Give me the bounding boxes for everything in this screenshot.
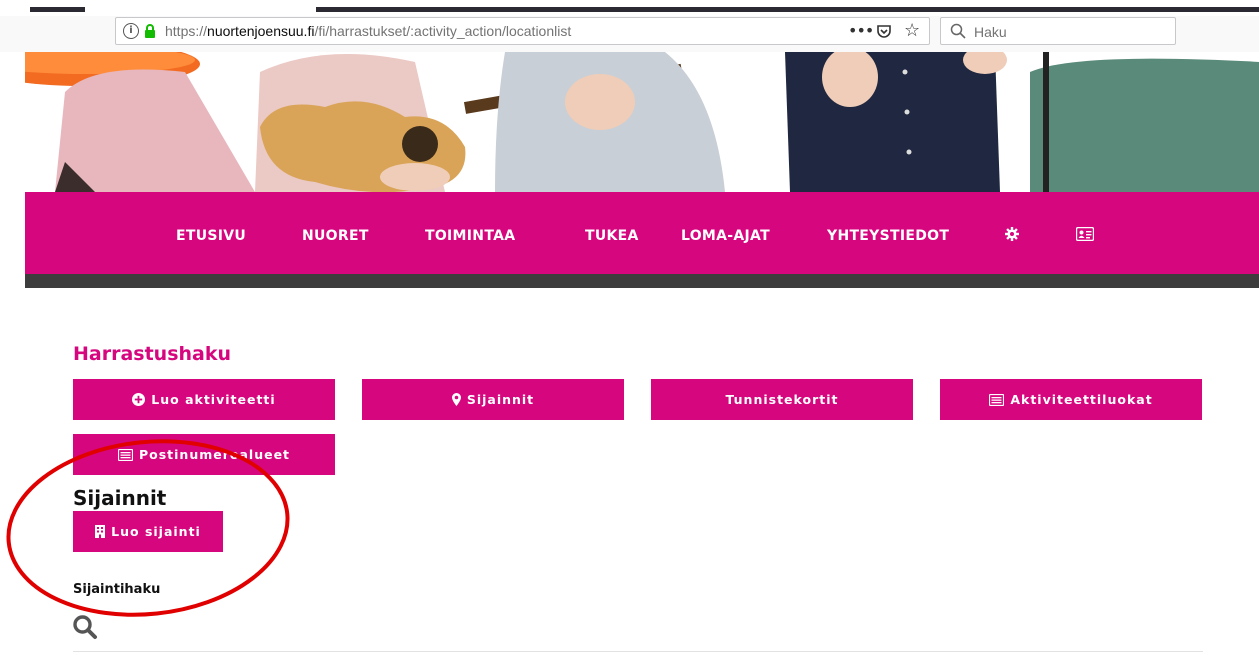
- page-title: Harrastushaku: [73, 343, 232, 365]
- search-bar[interactable]: Haku: [940, 17, 1176, 45]
- id-card-icon[interactable]: [1076, 227, 1094, 241]
- search-bar-icon: [950, 23, 966, 39]
- url-text[interactable]: https://nuortenjoensuu.fi/fi/harrastukse…: [165, 23, 571, 39]
- address-bar[interactable]: i https://nuortenjoensuu.fi/fi/harrastuk…: [115, 17, 930, 45]
- browser-tab-strip: [0, 0, 1259, 16]
- create-location-button[interactable]: Luo sijainti: [73, 511, 223, 552]
- nav-item-tukea[interactable]: TUKEA: [585, 228, 639, 244]
- bookmark-star-icon[interactable]: ☆: [904, 20, 920, 41]
- search-icon[interactable]: [72, 614, 98, 640]
- site-info-icon[interactable]: i: [123, 23, 139, 39]
- create-activity-label: Luo aktiviteetti: [151, 392, 276, 407]
- locations-label: Sijainnit: [466, 392, 535, 407]
- nav-item-etusivu[interactable]: ETUSIVU: [176, 228, 246, 244]
- building-icon: [95, 525, 106, 538]
- tab-strip-left: [30, 7, 85, 12]
- lock-icon: [145, 24, 155, 38]
- list-alt-icon: [989, 393, 1005, 406]
- search-bar-placeholder: Haku: [974, 24, 1007, 40]
- postal-areas-label: Postinumeroalueet: [138, 447, 291, 462]
- activity-categories-button[interactable]: Aktiviteettiluokat: [940, 379, 1202, 420]
- content-divider: [73, 651, 1203, 652]
- pocket-icon[interactable]: [876, 23, 892, 39]
- locations-button[interactable]: Sijainnit: [362, 379, 624, 420]
- activity-categories-label: Aktiviteettiluokat: [1010, 392, 1153, 407]
- tab-strip-right: [316, 7, 1259, 12]
- page-actions-menu-icon[interactable]: •••: [848, 21, 874, 40]
- main-navigation: ETUSIVU NUORET TOIMINTAA TUKEA LOMA-AJAT…: [25, 192, 1259, 274]
- create-location-label: Luo sijainti: [111, 524, 201, 539]
- location-search-title: Sijaintihaku: [73, 582, 161, 597]
- hero-illustration: [25, 52, 1259, 192]
- postal-areas-button[interactable]: Postinumeroalueet: [73, 434, 335, 475]
- gear-icon[interactable]: [1005, 227, 1019, 241]
- nav-item-toimintaa[interactable]: TOIMINTAA: [425, 228, 515, 244]
- nav-item-nuoret[interactable]: NUORET: [302, 228, 369, 244]
- nav-bottom-strip: [25, 274, 1259, 288]
- hero-banner-image: [25, 52, 1259, 192]
- id-cards-label: Tunnistekortit: [725, 392, 839, 407]
- plus-circle-icon: [132, 393, 146, 406]
- section-title: Sijainnit: [73, 486, 167, 510]
- browser-toolbar: i https://nuortenjoensuu.fi/fi/harrastuk…: [0, 16, 1259, 52]
- id-cards-button[interactable]: Tunnistekortit: [651, 379, 913, 420]
- nav-item-loma-ajat[interactable]: LOMA-AJAT: [681, 228, 770, 244]
- nav-item-yhteystiedot[interactable]: YHTEYSTIEDOT: [827, 228, 949, 244]
- list-alt-icon: [117, 448, 133, 461]
- create-activity-button[interactable]: Luo aktiviteetti: [73, 379, 335, 420]
- map-marker-icon: [451, 393, 461, 406]
